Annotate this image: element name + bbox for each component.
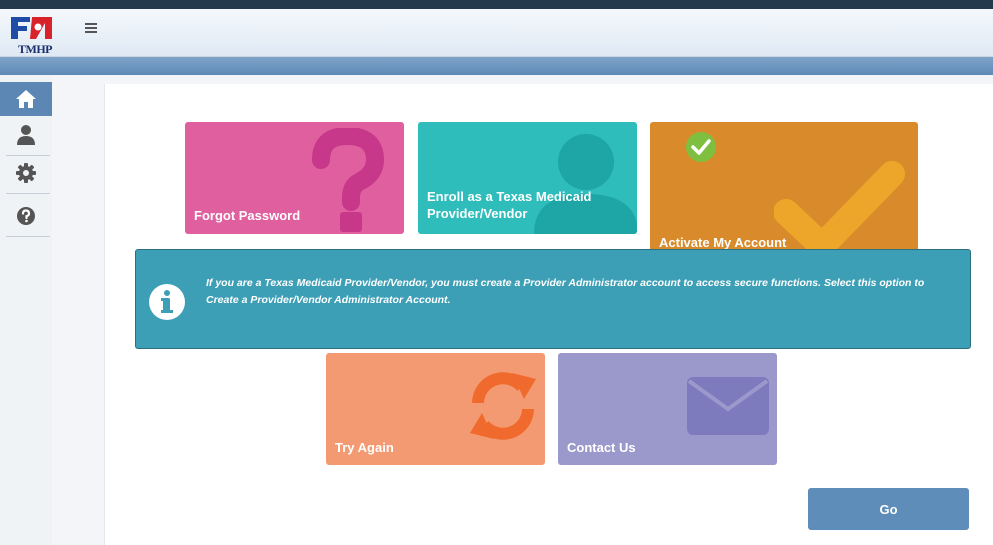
sidebar-divider	[6, 193, 50, 194]
tile-contact-us[interactable]: Contact Us	[558, 353, 777, 465]
sidebar-divider	[6, 236, 50, 237]
sidebar-item-home[interactable]	[0, 82, 52, 116]
help-icon	[17, 207, 35, 225]
tmhp-logo[interactable]: TMHP	[8, 13, 60, 57]
home-icon	[16, 90, 36, 108]
hamburger-icon[interactable]	[85, 23, 97, 35]
checkmark-icon	[774, 161, 905, 259]
tile-try-again[interactable]: Try Again	[326, 353, 545, 465]
sidebar-item-settings[interactable]	[0, 156, 52, 190]
tile-activate-account[interactable]: Activate My Account	[650, 122, 918, 262]
header-band	[0, 57, 993, 75]
tile-enroll-provider[interactable]: Enroll as a Texas Medicaid Provider/Vend…	[418, 122, 637, 234]
gear-icon	[16, 163, 36, 183]
tile-label: Forgot Password	[194, 208, 301, 223]
tile-label: Enroll as a Texas Medicaid Provider/Vend…	[427, 189, 592, 221]
tile-label: Try Again	[335, 440, 394, 455]
logo-flag-icon	[11, 17, 52, 39]
info-icon	[149, 284, 185, 320]
envelope-icon	[687, 377, 769, 435]
top-strip	[0, 0, 993, 9]
tile-label: Contact Us	[567, 440, 636, 455]
sidebar	[0, 75, 53, 545]
info-box: If you are a Texas Medicaid Provider/Ven…	[135, 249, 971, 349]
sidebar-item-user[interactable]	[0, 118, 52, 152]
logo-text: TMHP	[18, 42, 53, 56]
sidebar-item-help[interactable]	[0, 199, 52, 233]
question-icon	[312, 128, 385, 232]
go-button[interactable]: Go	[808, 488, 969, 530]
user-icon	[17, 125, 35, 145]
app-header: TMHP	[0, 9, 993, 57]
check-circle-icon	[686, 132, 716, 162]
refresh-icon	[470, 372, 536, 440]
tile-forgot-password[interactable]: Forgot Password	[185, 122, 404, 234]
info-text: If you are a Texas Medicaid Provider/Ven…	[206, 277, 925, 306]
